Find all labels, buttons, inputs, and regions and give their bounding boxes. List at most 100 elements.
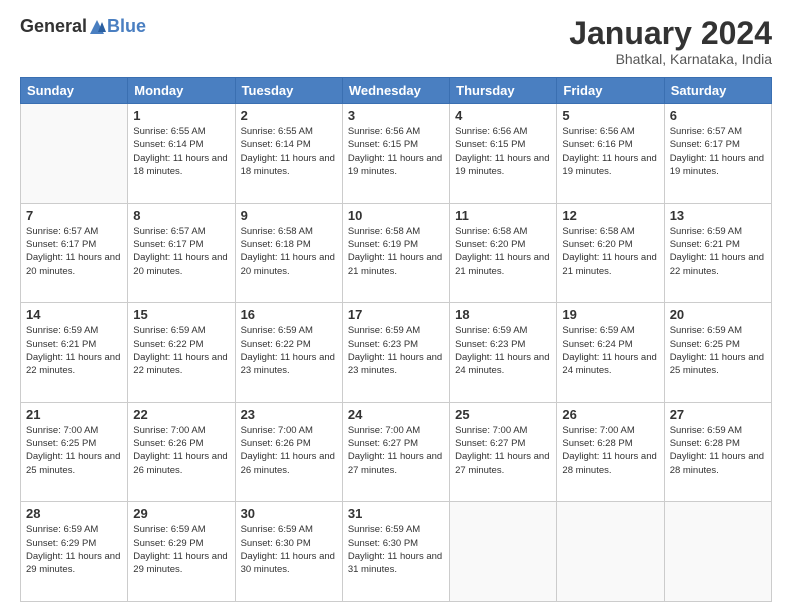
calendar-cell: 2Sunrise: 6:55 AMSunset: 6:14 PMDaylight… bbox=[235, 104, 342, 204]
day-number: 3 bbox=[348, 108, 444, 123]
day-number: 20 bbox=[670, 307, 766, 322]
weekday-header: Friday bbox=[557, 78, 664, 104]
calendar-cell: 31 Sunrise: 6:59 AMSunset: 6:30 PMDayligh… bbox=[342, 502, 449, 602]
calendar-week-row: 1Sunrise: 6:55 AMSunset: 6:14 PMDaylight… bbox=[21, 104, 772, 204]
calendar-cell: 24 Sunrise: 7:00 AMSunset: 6:27 PMDayligh… bbox=[342, 402, 449, 502]
calendar-cell: 20 Sunrise: 6:59 AMSunset: 6:25 PMDayligh… bbox=[664, 303, 771, 403]
calendar-cell bbox=[557, 502, 664, 602]
calendar-cell: 27Sunrise: 6:59 AMSunset: 6:28 PMDayligh… bbox=[664, 402, 771, 502]
calendar-week-row: 7 Sunrise: 6:57 AMSunset: 6:17 PMDaylight… bbox=[21, 203, 772, 303]
day-number: 24 bbox=[348, 407, 444, 422]
calendar-week-row: 21 Sunrise: 7:00 AMSunset: 6:25 PMDayligh… bbox=[21, 402, 772, 502]
calendar-cell: 12 Sunrise: 6:58 AMSunset: 6:20 PMDayligh… bbox=[557, 203, 664, 303]
calendar-cell: 26Sunrise: 7:00 AMSunset: 6:28 PMDayligh… bbox=[557, 402, 664, 502]
day-number: 7 bbox=[26, 208, 122, 223]
day-number: 1 bbox=[133, 108, 229, 123]
day-info: Sunrise: 6:56 AMSunset: 6:15 PMDaylight:… bbox=[455, 125, 551, 178]
calendar-cell: 30 Sunrise: 6:59 AMSunset: 6:30 PMDayligh… bbox=[235, 502, 342, 602]
day-number: 6 bbox=[670, 108, 766, 123]
logo-icon bbox=[88, 18, 106, 36]
calendar-cell: 5Sunrise: 6:56 AMSunset: 6:16 PMDaylight… bbox=[557, 104, 664, 204]
weekday-header: Tuesday bbox=[235, 78, 342, 104]
day-number: 28 bbox=[26, 506, 122, 521]
day-number: 30 bbox=[241, 506, 337, 521]
calendar-cell: 15 Sunrise: 6:59 AMSunset: 6:22 PMDayligh… bbox=[128, 303, 235, 403]
calendar-cell: 3Sunrise: 6:56 AMSunset: 6:15 PMDaylight… bbox=[342, 104, 449, 204]
day-number: 14 bbox=[26, 307, 122, 322]
day-info: Sunrise: 7:00 AMSunset: 6:25 PMDaylight:… bbox=[26, 424, 122, 477]
calendar-cell: 9Sunrise: 6:58 AMSunset: 6:18 PMDaylight… bbox=[235, 203, 342, 303]
logo-general-text: General bbox=[20, 16, 87, 37]
day-info: Sunrise: 6:59 AMSunset: 6:30 PMDaylight:… bbox=[241, 523, 337, 576]
calendar-cell: 14 Sunrise: 6:59 AMSunset: 6:21 PMDayligh… bbox=[21, 303, 128, 403]
logo-blue-text: Blue bbox=[107, 16, 146, 37]
day-info: Sunrise: 6:59 AMSunset: 6:23 PMDaylight:… bbox=[455, 324, 551, 377]
calendar-cell bbox=[21, 104, 128, 204]
day-info: Sunrise: 7:00 AMSunset: 6:27 PMDaylight:… bbox=[455, 424, 551, 477]
calendar-cell: 16 Sunrise: 6:59 AMSunset: 6:22 PMDayligh… bbox=[235, 303, 342, 403]
calendar-cell: 1Sunrise: 6:55 AMSunset: 6:14 PMDaylight… bbox=[128, 104, 235, 204]
month-title: January 2024 bbox=[569, 16, 772, 51]
calendar-cell: 8Sunrise: 6:57 AMSunset: 6:17 PMDaylight… bbox=[128, 203, 235, 303]
day-number: 22 bbox=[133, 407, 229, 422]
calendar-cell: 28 Sunrise: 6:59 AMSunset: 6:29 PMDayligh… bbox=[21, 502, 128, 602]
day-number: 19 bbox=[562, 307, 658, 322]
weekday-header: Monday bbox=[128, 78, 235, 104]
day-number: 2 bbox=[241, 108, 337, 123]
weekday-header: Sunday bbox=[21, 78, 128, 104]
day-info: Sunrise: 6:58 AMSunset: 6:20 PMDaylight:… bbox=[562, 225, 658, 278]
day-info: Sunrise: 6:59 AMSunset: 6:29 PMDaylight:… bbox=[26, 523, 122, 576]
day-number: 15 bbox=[133, 307, 229, 322]
calendar-cell: 18 Sunrise: 6:59 AMSunset: 6:23 PMDayligh… bbox=[450, 303, 557, 403]
title-block: January 2024 Bhatkal, Karnataka, India bbox=[569, 16, 772, 67]
day-number: 10 bbox=[348, 208, 444, 223]
day-number: 4 bbox=[455, 108, 551, 123]
calendar-cell: 10Sunrise: 6:58 AMSunset: 6:19 PMDayligh… bbox=[342, 203, 449, 303]
day-info: Sunrise: 6:57 AMSunset: 6:17 PMDaylight:… bbox=[670, 125, 766, 178]
day-number: 23 bbox=[241, 407, 337, 422]
calendar-week-row: 14 Sunrise: 6:59 AMSunset: 6:21 PMDayligh… bbox=[21, 303, 772, 403]
day-number: 5 bbox=[562, 108, 658, 123]
day-info: Sunrise: 7:00 AMSunset: 6:26 PMDaylight:… bbox=[133, 424, 229, 477]
day-info: Sunrise: 6:59 AMSunset: 6:23 PMDaylight:… bbox=[348, 324, 444, 377]
day-info: Sunrise: 6:59 AMSunset: 6:21 PMDaylight:… bbox=[26, 324, 122, 377]
calendar-cell: 21 Sunrise: 7:00 AMSunset: 6:25 PMDayligh… bbox=[21, 402, 128, 502]
day-info: Sunrise: 7:00 AMSunset: 6:26 PMDaylight:… bbox=[241, 424, 337, 477]
calendar-cell: 29 Sunrise: 6:59 AMSunset: 6:29 PMDayligh… bbox=[128, 502, 235, 602]
page: General Blue January 2024 Bhatkal, Karna… bbox=[0, 0, 792, 612]
day-number: 29 bbox=[133, 506, 229, 521]
calendar-cell: 11Sunrise: 6:58 AMSunset: 6:20 PMDayligh… bbox=[450, 203, 557, 303]
day-info: Sunrise: 6:59 AMSunset: 6:30 PMDaylight:… bbox=[348, 523, 444, 576]
day-number: 11 bbox=[455, 208, 551, 223]
day-info: Sunrise: 6:57 AMSunset: 6:17 PMDaylight:… bbox=[26, 225, 122, 278]
day-info: Sunrise: 7:00 AMSunset: 6:28 PMDaylight:… bbox=[562, 424, 658, 477]
day-number: 12 bbox=[562, 208, 658, 223]
calendar-cell: 22 Sunrise: 7:00 AMSunset: 6:26 PMDayligh… bbox=[128, 402, 235, 502]
day-info: Sunrise: 6:59 AMSunset: 6:22 PMDaylight:… bbox=[133, 324, 229, 377]
weekday-header: Wednesday bbox=[342, 78, 449, 104]
day-number: 25 bbox=[455, 407, 551, 422]
logo: General Blue bbox=[20, 16, 146, 37]
day-number: 13 bbox=[670, 208, 766, 223]
calendar-table: SundayMondayTuesdayWednesdayThursdayFrid… bbox=[20, 77, 772, 602]
day-info: Sunrise: 6:59 AMSunset: 6:28 PMDaylight:… bbox=[670, 424, 766, 477]
day-info: Sunrise: 6:59 AMSunset: 6:25 PMDaylight:… bbox=[670, 324, 766, 377]
location-subtitle: Bhatkal, Karnataka, India bbox=[569, 51, 772, 67]
weekday-header-row: SundayMondayTuesdayWednesdayThursdayFrid… bbox=[21, 78, 772, 104]
weekday-header: Thursday bbox=[450, 78, 557, 104]
day-info: Sunrise: 6:59 AMSunset: 6:22 PMDaylight:… bbox=[241, 324, 337, 377]
calendar-cell bbox=[664, 502, 771, 602]
day-number: 16 bbox=[241, 307, 337, 322]
calendar-cell: 25 Sunrise: 7:00 AMSunset: 6:27 PMDayligh… bbox=[450, 402, 557, 502]
day-number: 18 bbox=[455, 307, 551, 322]
day-number: 21 bbox=[26, 407, 122, 422]
calendar-cell bbox=[450, 502, 557, 602]
calendar-cell: 7 Sunrise: 6:57 AMSunset: 6:17 PMDaylight… bbox=[21, 203, 128, 303]
day-number: 31 bbox=[348, 506, 444, 521]
day-info: Sunrise: 7:00 AMSunset: 6:27 PMDaylight:… bbox=[348, 424, 444, 477]
day-number: 8 bbox=[133, 208, 229, 223]
calendar-cell: 17Sunrise: 6:59 AMSunset: 6:23 PMDayligh… bbox=[342, 303, 449, 403]
day-info: Sunrise: 6:59 AMSunset: 6:21 PMDaylight:… bbox=[670, 225, 766, 278]
calendar-cell: 4 Sunrise: 6:56 AMSunset: 6:15 PMDaylight… bbox=[450, 104, 557, 204]
day-info: Sunrise: 6:59 AMSunset: 6:29 PMDaylight:… bbox=[133, 523, 229, 576]
